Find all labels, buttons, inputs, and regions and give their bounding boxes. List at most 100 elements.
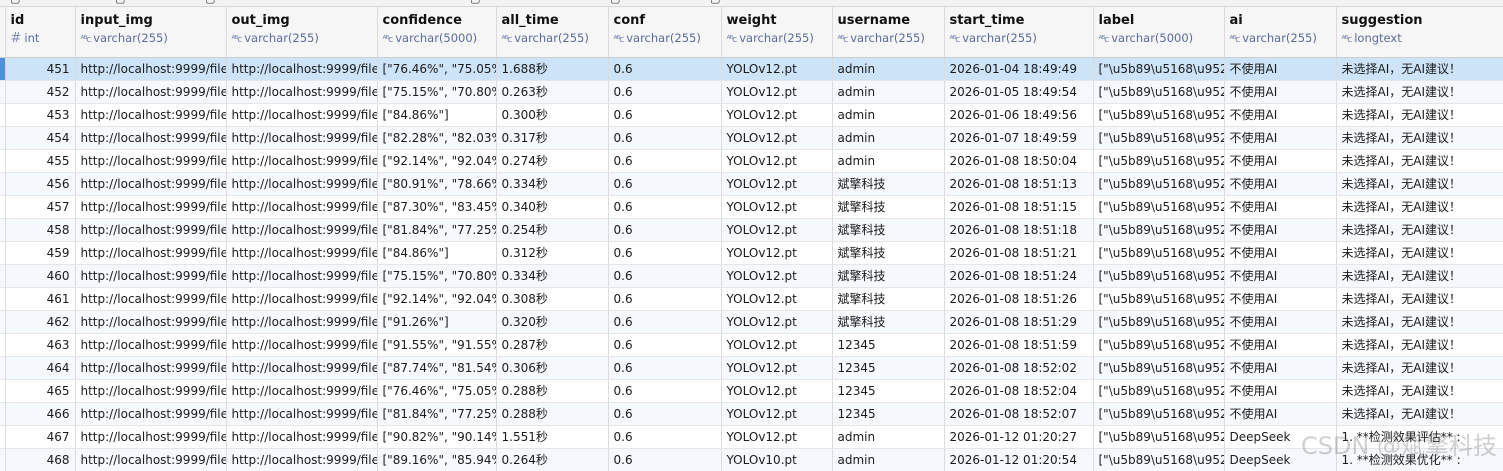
cell-weight[interactable]: YOLOv12.pt <box>721 80 833 104</box>
cell-input-img[interactable]: http://localhost:9999/file <box>75 310 227 334</box>
table-row[interactable]: 464 http://localhost:9999/file http://loca… <box>0 356 1503 380</box>
column-header-ai[interactable]: ai ᴬᴮc varchar(255) <box>1224 7 1337 58</box>
cell-weight[interactable]: YOLOv12.pt <box>721 103 833 127</box>
cell-username[interactable]: admin <box>832 425 945 449</box>
toolbar-button[interactable]: ▢ <box>610 0 620 6</box>
column-header-id[interactable]: id # int <box>5 7 76 58</box>
cell-id[interactable]: 467 <box>5 425 76 449</box>
cell-ai[interactable]: 不使用AI <box>1224 356 1337 380</box>
cell-out-img[interactable]: http://localhost:9999/file <box>226 218 378 242</box>
cell-username[interactable]: 斌擎科技 <box>832 264 945 288</box>
cell-confidence[interactable]: ["80.91%", "78.66% <box>377 172 497 196</box>
cell-out-img[interactable]: http://localhost:9999/file <box>226 402 378 426</box>
table-row[interactable]: 461 http://localhost:9999/file http://loca… <box>0 287 1503 311</box>
cell-suggestion[interactable]: 未选择AI，无AI建议！ <box>1336 57 1503 81</box>
cell-label[interactable]: ["\u5b89\u5168\u952 <box>1093 195 1225 219</box>
cell-label[interactable]: ["\u5b89\u5168\u952 <box>1093 218 1225 242</box>
cell-ai[interactable]: 不使用AI <box>1224 241 1337 265</box>
cell-start-time[interactable]: 2026-01-05 18:49:54 <box>944 80 1094 104</box>
cell-out-img[interactable]: http://localhost:9999/file <box>226 448 378 471</box>
cell-all-time[interactable]: 0.288秒 <box>496 402 609 426</box>
cell-input-img[interactable]: http://localhost:9999/file <box>75 103 227 127</box>
toolbar-button[interactable]: ▢ <box>710 0 720 6</box>
cell-suggestion[interactable]: 未选择AI，无AI建议！ <box>1336 126 1503 150</box>
cell-username[interactable]: 12345 <box>832 333 945 357</box>
cell-suggestion[interactable]: 未选择AI，无AI建议！ <box>1336 172 1503 196</box>
cell-confidence[interactable]: ["92.14%", "92.04% <box>377 287 497 311</box>
cell-start-time[interactable]: 2026-01-08 18:51:18 <box>944 218 1094 242</box>
cell-start-time[interactable]: 2026-01-08 18:51:21 <box>944 241 1094 265</box>
cell-all-time[interactable]: 1.551秒 <box>496 425 609 449</box>
cell-start-time[interactable]: 2026-01-08 18:51:15 <box>944 195 1094 219</box>
cell-conf[interactable]: 0.6 <box>608 448 722 471</box>
toolbar-button[interactable]: ▢ <box>205 0 215 6</box>
cell-conf[interactable]: 0.6 <box>608 103 722 127</box>
cell-conf[interactable]: 0.6 <box>608 218 722 242</box>
cell-confidence[interactable]: ["75.15%", "70.80% <box>377 264 497 288</box>
cell-conf[interactable]: 0.6 <box>608 356 722 380</box>
cell-username[interactable]: 斌擎科技 <box>832 195 945 219</box>
column-header-weight[interactable]: weight ᴬᴮc varchar(255) <box>721 7 833 58</box>
cell-out-img[interactable]: http://localhost:9999/file <box>226 80 378 104</box>
cell-id[interactable]: 456 <box>5 172 76 196</box>
cell-input-img[interactable]: http://localhost:9999/file <box>75 356 227 380</box>
cell-label[interactable]: ["\u5b89\u5168\u952 <box>1093 264 1225 288</box>
cell-input-img[interactable]: http://localhost:9999/file <box>75 402 227 426</box>
cell-confidence[interactable]: ["91.26%"] <box>377 310 497 334</box>
cell-suggestion[interactable]: 未选择AI，无AI建议！ <box>1336 402 1503 426</box>
cell-out-img[interactable]: http://localhost:9999/file <box>226 287 378 311</box>
cell-conf[interactable]: 0.6 <box>608 57 722 81</box>
cell-conf[interactable]: 0.6 <box>608 402 722 426</box>
cell-input-img[interactable]: http://localhost:9999/file <box>75 333 227 357</box>
cell-weight[interactable]: YOLOv12.pt <box>721 195 833 219</box>
cell-input-img[interactable]: http://localhost:9999/file <box>75 287 227 311</box>
cell-username[interactable]: 斌擎科技 <box>832 241 945 265</box>
cell-weight[interactable]: YOLOv10.pt <box>721 448 833 471</box>
table-row[interactable]: 465 http://localhost:9999/file http://loca… <box>0 379 1503 403</box>
cell-ai[interactable]: 不使用AI <box>1224 402 1337 426</box>
cell-all-time[interactable]: 0.308秒 <box>496 287 609 311</box>
cell-conf[interactable]: 0.6 <box>608 172 722 196</box>
cell-label[interactable]: ["\u5b89\u5168\u952 <box>1093 57 1225 81</box>
cell-conf[interactable]: 0.6 <box>608 333 722 357</box>
cell-label[interactable]: ["\u5b89\u5168\u952 <box>1093 425 1225 449</box>
cell-id[interactable]: 458 <box>5 218 76 242</box>
cell-ai[interactable]: 不使用AI <box>1224 195 1337 219</box>
cell-label[interactable]: ["\u5b89\u5168\u952 <box>1093 172 1225 196</box>
cell-confidence[interactable]: ["76.46%", "75.05% <box>377 379 497 403</box>
cell-id[interactable]: 468 <box>5 448 76 471</box>
cell-all-time[interactable]: 0.287秒 <box>496 333 609 357</box>
cell-conf[interactable]: 0.6 <box>608 80 722 104</box>
cell-all-time[interactable]: 0.334秒 <box>496 172 609 196</box>
cell-confidence[interactable]: ["81.84%", "77.25% <box>377 402 497 426</box>
cell-id[interactable]: 459 <box>5 241 76 265</box>
cell-input-img[interactable]: http://localhost:9999/file <box>75 172 227 196</box>
cell-out-img[interactable]: http://localhost:9999/file <box>226 149 378 173</box>
column-header-label[interactable]: label ᴬᴮc varchar(5000) <box>1093 7 1225 58</box>
cell-input-img[interactable]: http://localhost:9999/file <box>75 195 227 219</box>
cell-start-time[interactable]: 2026-01-08 18:50:04 <box>944 149 1094 173</box>
cell-out-img[interactable]: http://localhost:9999/file <box>226 172 378 196</box>
cell-confidence[interactable]: ["82.28%", "82.03% <box>377 126 497 150</box>
cell-input-img[interactable]: http://localhost:9999/file <box>75 379 227 403</box>
cell-out-img[interactable]: http://localhost:9999/file <box>226 264 378 288</box>
cell-conf[interactable]: 0.6 <box>608 287 722 311</box>
cell-ai[interactable]: 不使用AI <box>1224 310 1337 334</box>
cell-weight[interactable]: YOLOv12.pt <box>721 149 833 173</box>
cell-weight[interactable]: YOLOv12.pt <box>721 241 833 265</box>
cell-start-time[interactable]: 2026-01-08 18:52:04 <box>944 379 1094 403</box>
cell-start-time[interactable]: 2026-01-08 18:51:24 <box>944 264 1094 288</box>
cell-out-img[interactable]: http://localhost:9999/file <box>226 195 378 219</box>
cell-id[interactable]: 454 <box>5 126 76 150</box>
cell-confidence[interactable]: ["87.30%", "83.45% <box>377 195 497 219</box>
cell-weight[interactable]: YOLOv12.pt <box>721 264 833 288</box>
column-header-all-time[interactable]: all_time ᴬᴮc varchar(255) <box>496 7 609 58</box>
table-row[interactable]: 455 http://localhost:9999/file http://loca… <box>0 149 1503 173</box>
cell-input-img[interactable]: http://localhost:9999/file <box>75 57 227 81</box>
cell-ai[interactable]: 不使用AI <box>1224 172 1337 196</box>
cell-id[interactable]: 455 <box>5 149 76 173</box>
cell-out-img[interactable]: http://localhost:9999/file <box>226 57 378 81</box>
column-header-confidence[interactable]: confidence ᴬᴮc varchar(5000) <box>377 7 497 58</box>
cell-ai[interactable]: 不使用AI <box>1224 149 1337 173</box>
cell-all-time[interactable]: 0.340秒 <box>496 195 609 219</box>
